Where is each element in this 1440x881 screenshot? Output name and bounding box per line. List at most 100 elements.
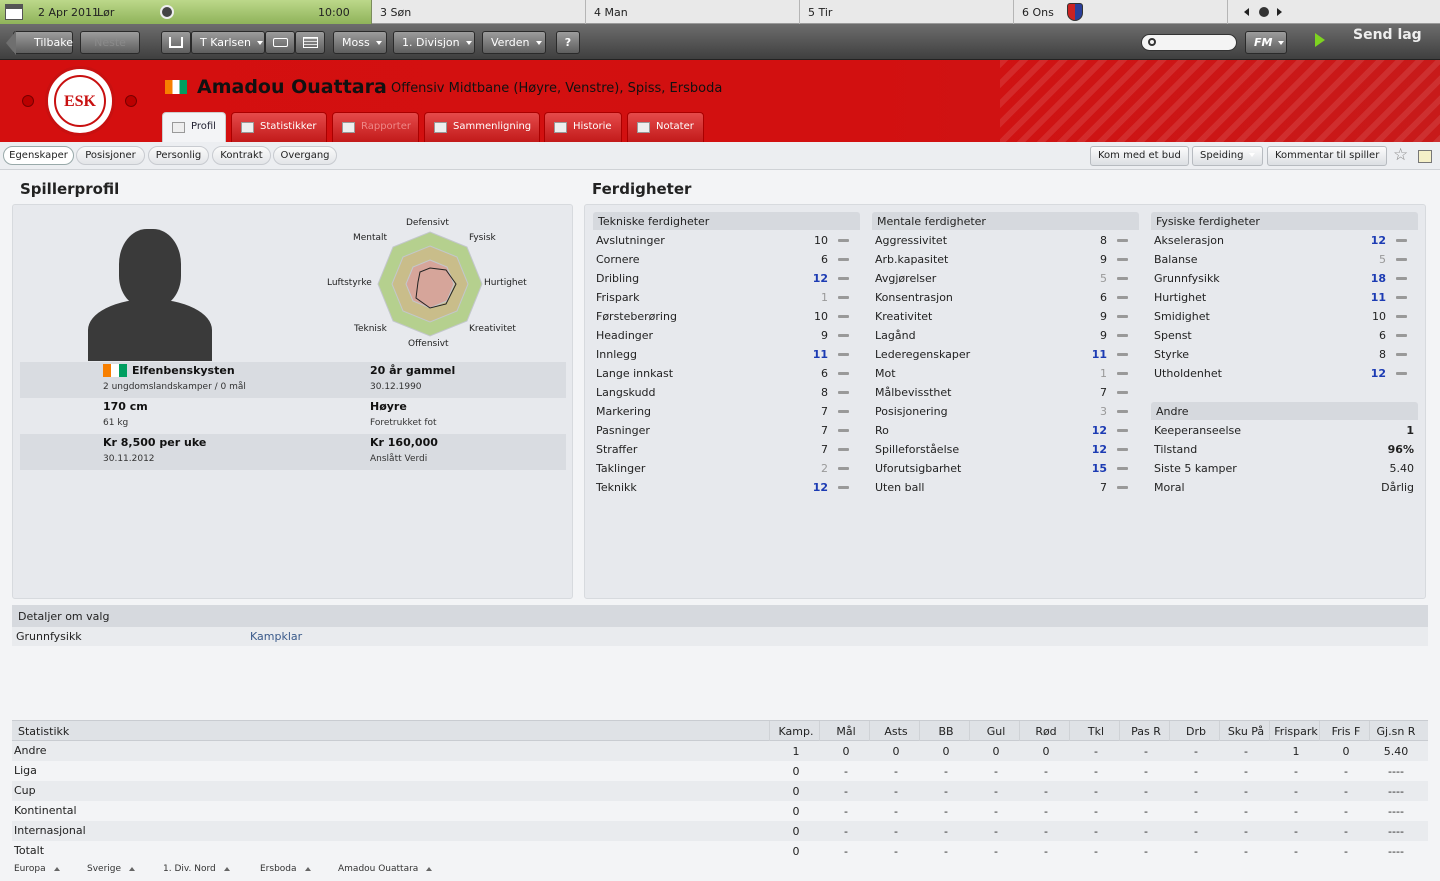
club-crest[interactable]: ESK [45, 66, 115, 136]
attribute-row[interactable]: Markering 7 [592, 402, 858, 421]
comment-player-button[interactable]: Kommentar til spiller [1267, 146, 1388, 166]
attribute-row[interactable]: Konsentrasjon 6 [871, 288, 1137, 307]
stats-column-header[interactable]: Kamp. [772, 725, 820, 738]
attribute-row[interactable]: Pasninger 7 [592, 421, 858, 440]
attribute-row[interactable]: Smidighet 10 [1150, 307, 1416, 326]
attribute-row[interactable]: Spilleforståelse 12 [871, 440, 1137, 459]
stats-column-header[interactable]: Rød [1022, 725, 1070, 738]
tab-sammenligning[interactable]: Sammenligning [424, 112, 540, 142]
stats-column-header[interactable]: Gj.sn R [1372, 725, 1420, 738]
make-offer-button[interactable]: Kom med et bud [1090, 146, 1189, 166]
manager-dropdown[interactable]: T Karlsen [191, 31, 265, 54]
attribute-row[interactable]: Arb.kapasitet 9 [871, 250, 1137, 269]
calendar-day-1[interactable]: 3 Søn [372, 0, 586, 24]
attribute-row[interactable]: Mot 1 [871, 364, 1137, 383]
calendar-prev-icon[interactable] [1244, 8, 1249, 16]
breadcrumb-item[interactable]: Amadou Ouattara [338, 864, 432, 874]
calendar-next-icon[interactable] [1277, 8, 1282, 16]
breadcrumb-item[interactable]: Ersboda [260, 864, 311, 874]
breadcrumb-item[interactable]: Europa [14, 864, 60, 874]
back-button[interactable]: Tilbake [6, 31, 73, 55]
subtab-egenskaper[interactable]: Egenskaper [3, 146, 74, 165]
subtab-overgang[interactable]: Overgang [273, 146, 337, 165]
attribute-row[interactable]: Lagånd 9 [871, 326, 1137, 345]
attribute-row[interactable]: Grunnfysikk 18 [1150, 269, 1416, 288]
subtab-personlig[interactable]: Personlig [148, 146, 209, 165]
stats-column-header[interactable]: Sku På [1222, 725, 1270, 738]
attribute-row[interactable]: Frispark 1 [592, 288, 858, 307]
attribute-row[interactable]: Førsteberøring 10 [592, 307, 858, 326]
other-attribute-row[interactable]: Moral Dårlig [1150, 478, 1416, 497]
stats-column-header[interactable]: Gul [972, 725, 1020, 738]
attribute-row[interactable]: Uforutsigbarhet 15 [871, 459, 1137, 478]
stats-column-header[interactable]: Fris F [1322, 725, 1370, 738]
attribute-row[interactable]: Styrke 8 [1150, 345, 1416, 364]
calendar-day-4[interactable]: 6 Ons [1014, 0, 1228, 24]
calendar-today-dot-icon[interactable] [1259, 7, 1269, 17]
world-dropdown[interactable]: Verden [482, 31, 546, 54]
stats-row[interactable]: Totalt 0- - - - - - - - - - - ---- [12, 841, 1428, 861]
stats-row[interactable]: Cup 0- - - - - - - - - - - ---- [12, 781, 1428, 801]
attribute-row[interactable]: Headinger 9 [592, 326, 858, 345]
attribute-row[interactable]: Ro 12 [871, 421, 1137, 440]
stats-column-header[interactable]: Asts [872, 725, 920, 738]
attribute-row[interactable]: Avgjørelser 5 [871, 269, 1137, 288]
stats-row[interactable]: Liga 0- - - - - - - - - - - ---- [12, 761, 1428, 781]
attribute-row[interactable]: Lange innkast 6 [592, 364, 858, 383]
attribute-row[interactable]: Aggressivitet 8 [871, 231, 1137, 250]
calendar-day-2[interactable]: 4 Man [586, 0, 800, 24]
stats-column-header[interactable]: BB [922, 725, 970, 738]
attribute-row[interactable]: Utholdenhet 12 [1150, 364, 1416, 383]
stats-column-header[interactable]: Mål [822, 725, 870, 738]
inbox-button[interactable] [265, 31, 295, 54]
attribute-row[interactable]: Cornere 6 [592, 250, 858, 269]
tab-profil[interactable]: Profil [162, 112, 226, 142]
subtab-posisjoner[interactable]: Posisjoner [76, 146, 145, 165]
stats-row[interactable]: Andre 1 0 0 0 0 0 - - - - 1 0 5.40 [12, 741, 1428, 761]
other-attribute-row[interactable]: Keeperanseelse 1 [1150, 421, 1416, 440]
search-input[interactable] [1141, 34, 1237, 51]
attribute-row[interactable]: Dribling 12 [592, 269, 858, 288]
stats-row[interactable]: Internasjonal 0- - - - - - - - - - - ---- [12, 821, 1428, 841]
calendar-day-3[interactable]: 5 Tir [800, 0, 1014, 24]
stats-column-header[interactable]: Frispark [1272, 725, 1320, 738]
next-button[interactable]: Neste [80, 31, 140, 54]
scouting-dropdown[interactable]: Speiding [1192, 146, 1264, 166]
attribute-row[interactable]: Spenst 6 [1150, 326, 1416, 345]
breadcrumb-item[interactable]: 1. Div. Nord [163, 864, 230, 874]
attribute-row[interactable]: Posisjonering 3 [871, 402, 1137, 421]
stats-column-header[interactable]: Drb [1172, 725, 1220, 738]
star-icon[interactable]: ☆ [1393, 147, 1408, 164]
attribute-row[interactable]: Straffer 7 [592, 440, 858, 459]
attribute-row[interactable]: Hurtighet 11 [1150, 288, 1416, 307]
home-button[interactable] [161, 31, 191, 54]
attribute-row[interactable]: Lederegenskaper 11 [871, 345, 1137, 364]
attribute-row[interactable]: Innlegg 11 [592, 345, 858, 364]
other-attribute-row[interactable]: Siste 5 kamper 5.40 [1150, 459, 1416, 478]
attribute-row[interactable]: Langskudd 8 [592, 383, 858, 402]
stats-column-header[interactable]: Pas R [1122, 725, 1170, 738]
league-dropdown[interactable]: 1. Divisjon [393, 31, 475, 54]
breadcrumb-item[interactable]: Sverige [87, 864, 135, 874]
club-dropdown[interactable]: Moss [333, 31, 387, 54]
next-player-icon[interactable] [125, 95, 137, 107]
nationality[interactable]: Elfenbenskysten [132, 364, 235, 377]
calendar-icon[interactable] [5, 4, 23, 20]
tab-historie[interactable]: Historie [544, 112, 622, 142]
prev-player-icon[interactable] [22, 95, 34, 107]
news-button[interactable] [295, 31, 325, 54]
help-button[interactable]: ? [556, 31, 580, 54]
continue-button[interactable]: Send lag [1313, 24, 1440, 60]
tab-statistikker[interactable]: Statistikker [231, 112, 327, 142]
attribute-row[interactable]: Balanse 5 [1150, 250, 1416, 269]
attribute-row[interactable]: Teknikk 12 [592, 478, 858, 497]
tab-notater[interactable]: Notater [627, 112, 704, 142]
attribute-row[interactable]: Målbevissthet 7 [871, 383, 1137, 402]
attribute-row[interactable]: Uten ball 7 [871, 478, 1137, 497]
stats-column-header[interactable]: Tkl [1072, 725, 1120, 738]
attribute-row[interactable]: Akselerasjon 12 [1150, 231, 1416, 250]
attribute-row[interactable]: Avslutninger 10 [592, 231, 858, 250]
calendar-today[interactable]: 2 Apr 2011 Lør 10:00 [0, 0, 372, 24]
fm-menu-button[interactable]: FM [1245, 31, 1287, 54]
tab-rapporter[interactable]: Rapporter [332, 112, 419, 142]
